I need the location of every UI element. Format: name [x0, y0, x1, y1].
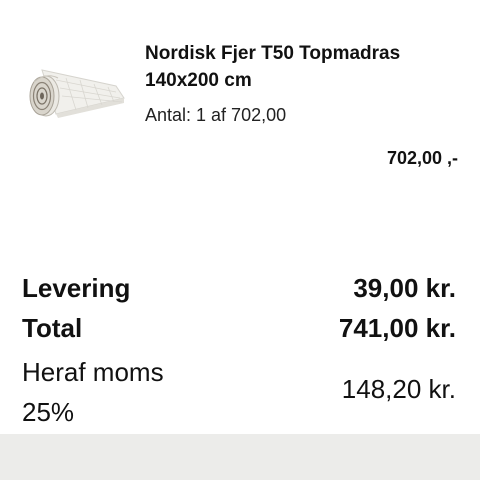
product-price: 702,00 ,-: [386, 148, 458, 168]
cart-summary-page: Nordisk Fjer T50 Topmadras 140x200 cm An…: [0, 0, 480, 480]
delivery-value: 39,00 kr.: [353, 273, 456, 303]
bottom-bar: [0, 434, 480, 480]
rolled-mattress-topper-icon: [29, 69, 125, 118]
delivery-label: Levering: [22, 273, 131, 303]
product-name[interactable]: Nordisk Fjer T50 Topmadras 140x200 cm: [145, 40, 465, 94]
total-label: Total: [22, 313, 83, 343]
vat-label: Heraf moms 25%: [22, 357, 164, 427]
vat-value: 148,20 kr.: [341, 374, 456, 404]
product-image[interactable]: [16, 58, 130, 120]
total-value: 741,00 kr.: [338, 313, 456, 343]
product-quantity: Antal: 1 af 702,00: [145, 105, 287, 125]
